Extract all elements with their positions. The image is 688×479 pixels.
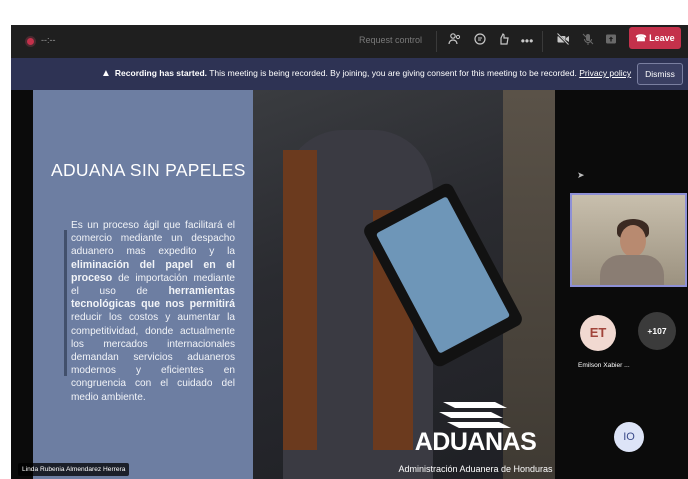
- aduanas-logo: ADUANAS Administración Aduanera de Hondu…: [393, 398, 555, 479]
- reactions-icon[interactable]: [495, 32, 513, 50]
- mic-off-icon[interactable]: [579, 32, 597, 50]
- aduanas-logo-mark: [439, 402, 511, 428]
- dismiss-button[interactable]: Dismiss: [637, 63, 683, 85]
- avatar-io[interactable]: IO: [614, 422, 644, 452]
- banner-bold-text: Recording has started.: [114, 68, 208, 78]
- record-icon: [25, 36, 36, 47]
- slide-body-text: Es un proceso ágil que facilitará el com…: [71, 220, 235, 258]
- slide-body-text: reducir los costos y aumentar la competi…: [71, 312, 235, 403]
- avatar-emilson[interactable]: ET: [580, 315, 616, 351]
- participant-video-tile[interactable]: [570, 193, 687, 287]
- share-icon[interactable]: [602, 32, 620, 50]
- slide-accent-bar: [64, 230, 67, 376]
- slide-body: Es un proceso ágil que facilitará el com…: [71, 219, 235, 404]
- toolbar-divider: [542, 31, 543, 52]
- video-participant-face: [620, 225, 646, 257]
- shared-slide: ADUANA SIN PAPELES Es un proceso ágil qu…: [33, 90, 555, 479]
- logo-name: ADUANAS: [414, 428, 537, 456]
- warning-icon: ▲: [101, 68, 111, 79]
- people-icon[interactable]: [446, 32, 464, 50]
- leave-button[interactable]: ☎ Leave: [629, 27, 681, 49]
- cursor-icon: ➤: [577, 170, 585, 180]
- more-participants-button[interactable]: +107: [638, 312, 676, 350]
- presenter-name-label: Linda Rubenia Almendarez Herrera: [18, 463, 130, 476]
- meeting-toolbar: --:-- Request control ••• ☎ Leave: [11, 25, 688, 58]
- camera-off-icon[interactable]: [554, 32, 572, 50]
- video-participant-body: [600, 255, 664, 285]
- chat-icon[interactable]: [471, 32, 489, 50]
- recording-banner: ▲ Recording has started. This meeting is …: [11, 58, 688, 90]
- phone-icon: ☎: [635, 33, 647, 43]
- request-control-button[interactable]: Request control: [359, 35, 422, 45]
- meeting-window: --:-- Request control ••• ☎ Leave ▲ Reco…: [0, 0, 688, 479]
- slide-text-panel: ADUANA SIN PAPELES Es un proceso ágil qu…: [33, 90, 253, 479]
- logo-subtitle: Administración Aduanera de Honduras: [398, 464, 553, 474]
- banner-text: This meeting is being recorded. By joini…: [207, 68, 577, 78]
- photo-vest: [283, 150, 317, 450]
- privacy-policy-link[interactable]: Privacy policy: [579, 68, 631, 78]
- slide-title: ADUANA SIN PAPELES: [51, 160, 246, 180]
- slide-photo: ADUANAS Administración Aduanera de Hondu…: [253, 90, 555, 479]
- meeting-timer: --:--: [41, 35, 56, 45]
- banner-message: ▲ Recording has started. This meeting is …: [101, 68, 631, 79]
- leave-label: Leave: [649, 33, 675, 43]
- toolbar-divider: [436, 31, 437, 52]
- more-icon[interactable]: •••: [518, 32, 536, 50]
- participant-name-label: Emilson Xabier ...: [578, 362, 630, 369]
